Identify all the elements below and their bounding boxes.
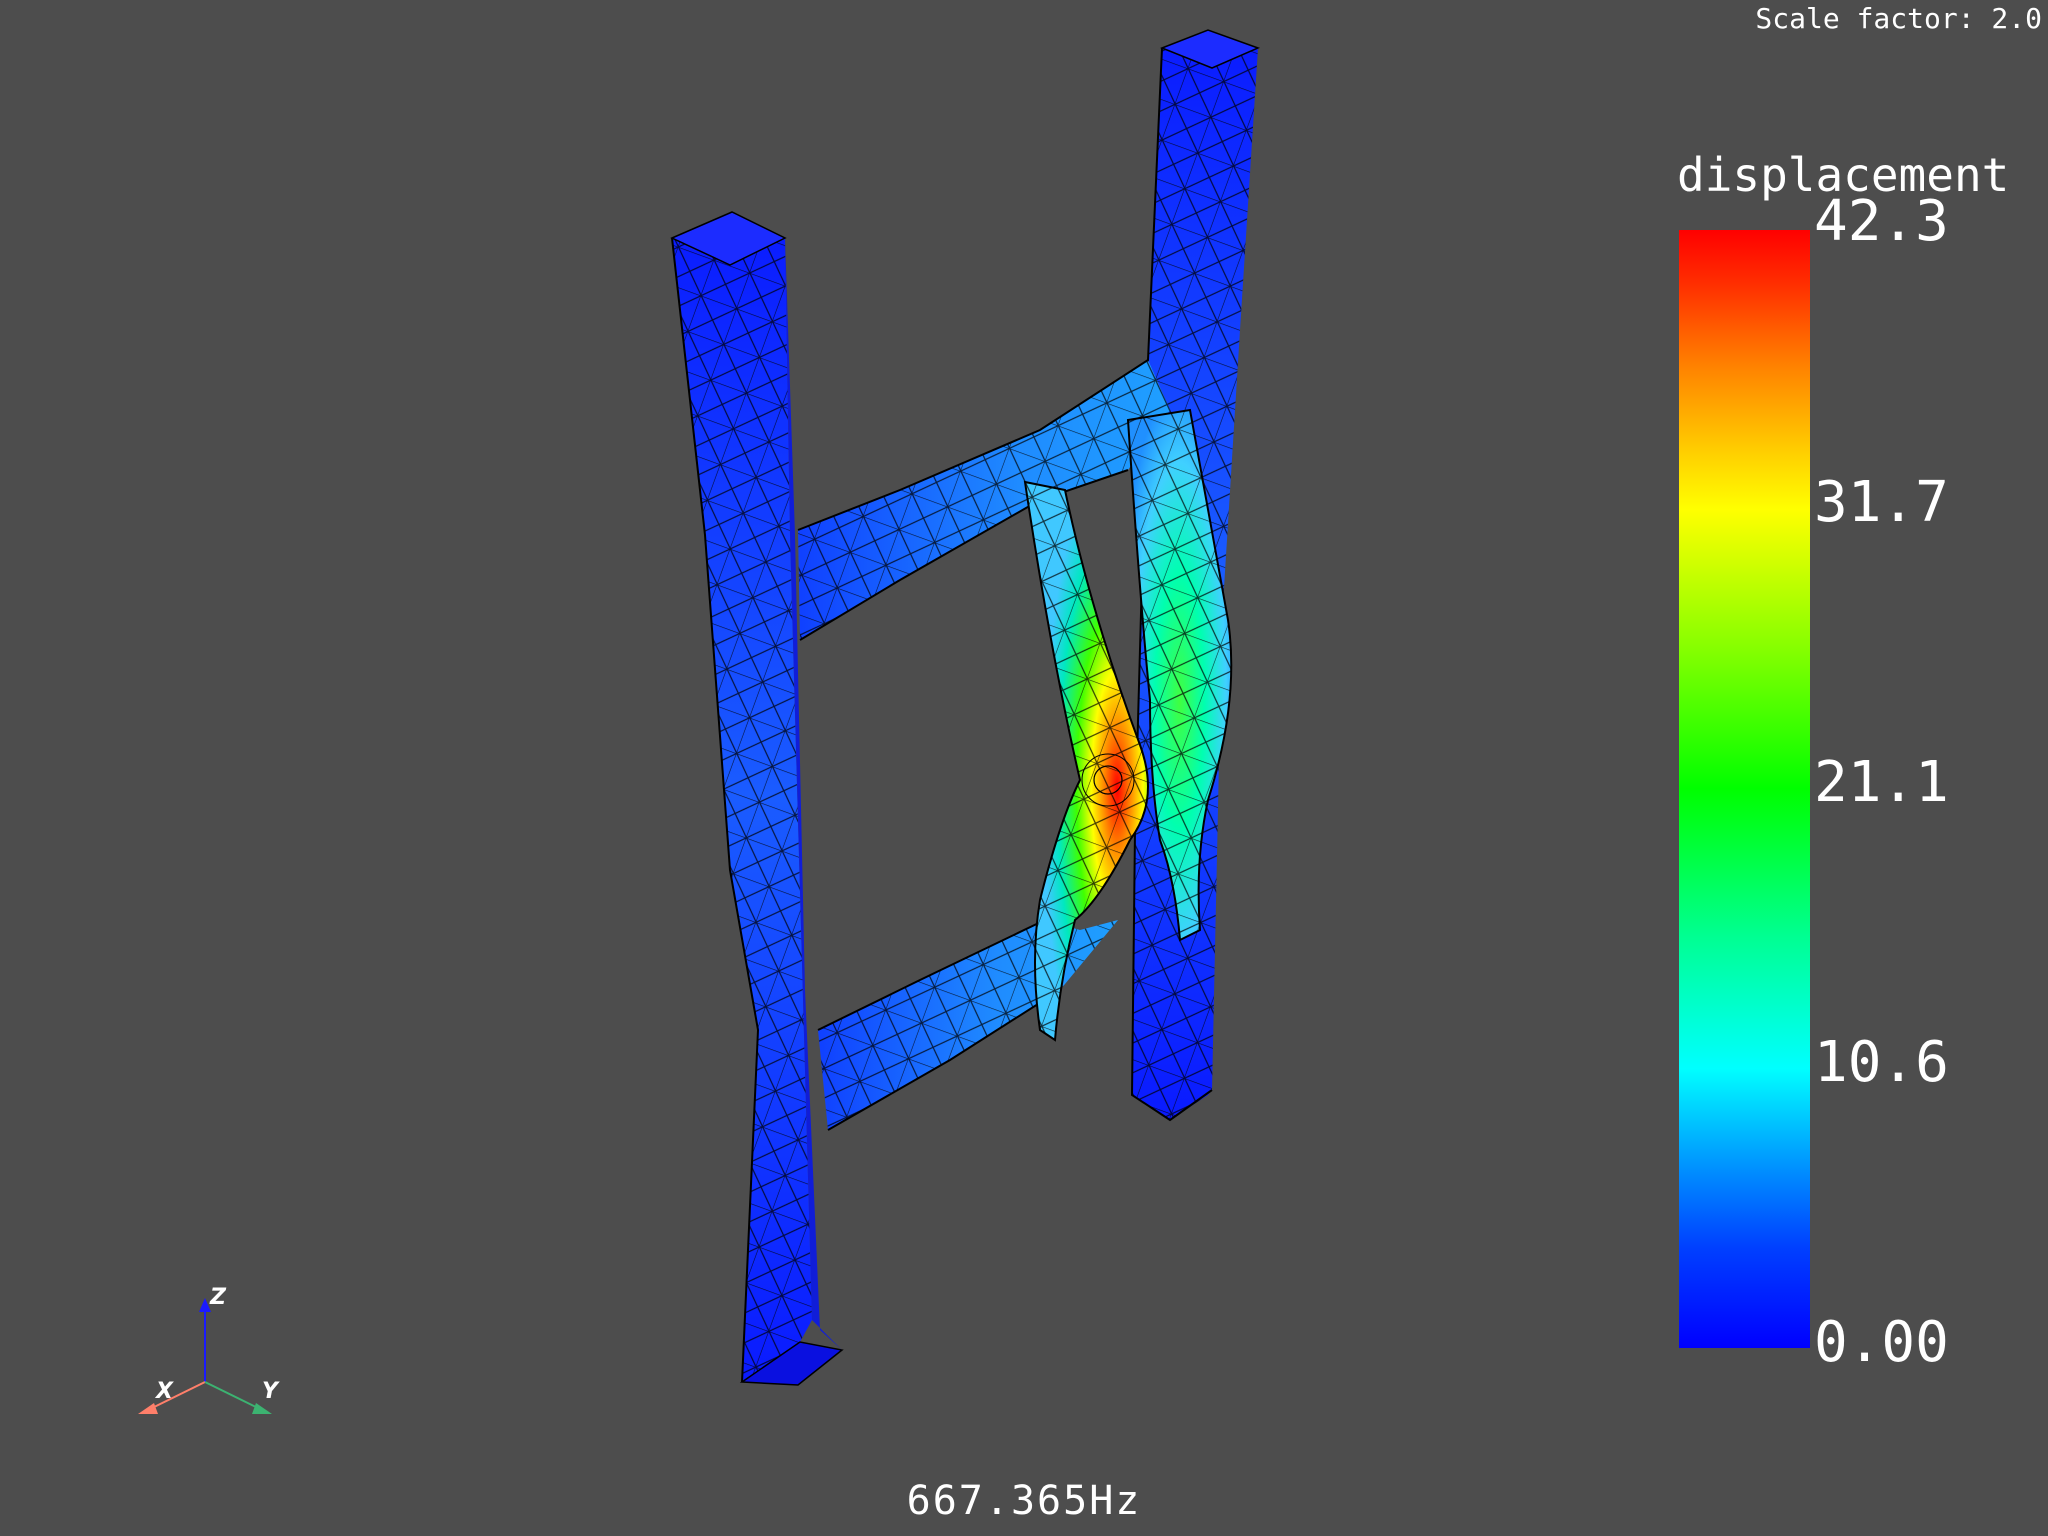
z-axis-label: Z	[209, 1285, 227, 1310]
top-crossbar	[797, 359, 1170, 641]
y-axis-arrow-icon	[252, 1403, 272, 1414]
colorbar	[1679, 230, 1810, 1348]
colorbar-tick-4: 10.6	[1814, 1030, 1949, 1095]
x-axis-label: X	[154, 1379, 174, 1404]
colorbar-tick-max: 42.3	[1814, 189, 1949, 254]
colorbar-tick-min: 0.00	[1814, 1310, 1949, 1375]
bottom-crossbar	[817, 919, 1118, 1131]
scale-factor-label: Scale factor: 2.0	[1755, 2, 2042, 35]
frequency-label: 667.365Hz	[906, 1478, 1142, 1524]
y-axis-line	[204, 1381, 263, 1411]
left-post	[670, 211, 844, 1386]
render-viewport[interactable]: Scale factor: 2.0 displacement 42.3 31.7…	[0, 0, 2048, 1536]
colorbar-tick-3: 21.1	[1814, 750, 1949, 815]
colorbar-tick-2: 31.7	[1814, 470, 1949, 535]
x-axis-arrow-icon	[138, 1403, 158, 1414]
orientation-axes: Z X Y	[138, 1285, 280, 1414]
y-axis-label: Y	[262, 1379, 280, 1404]
